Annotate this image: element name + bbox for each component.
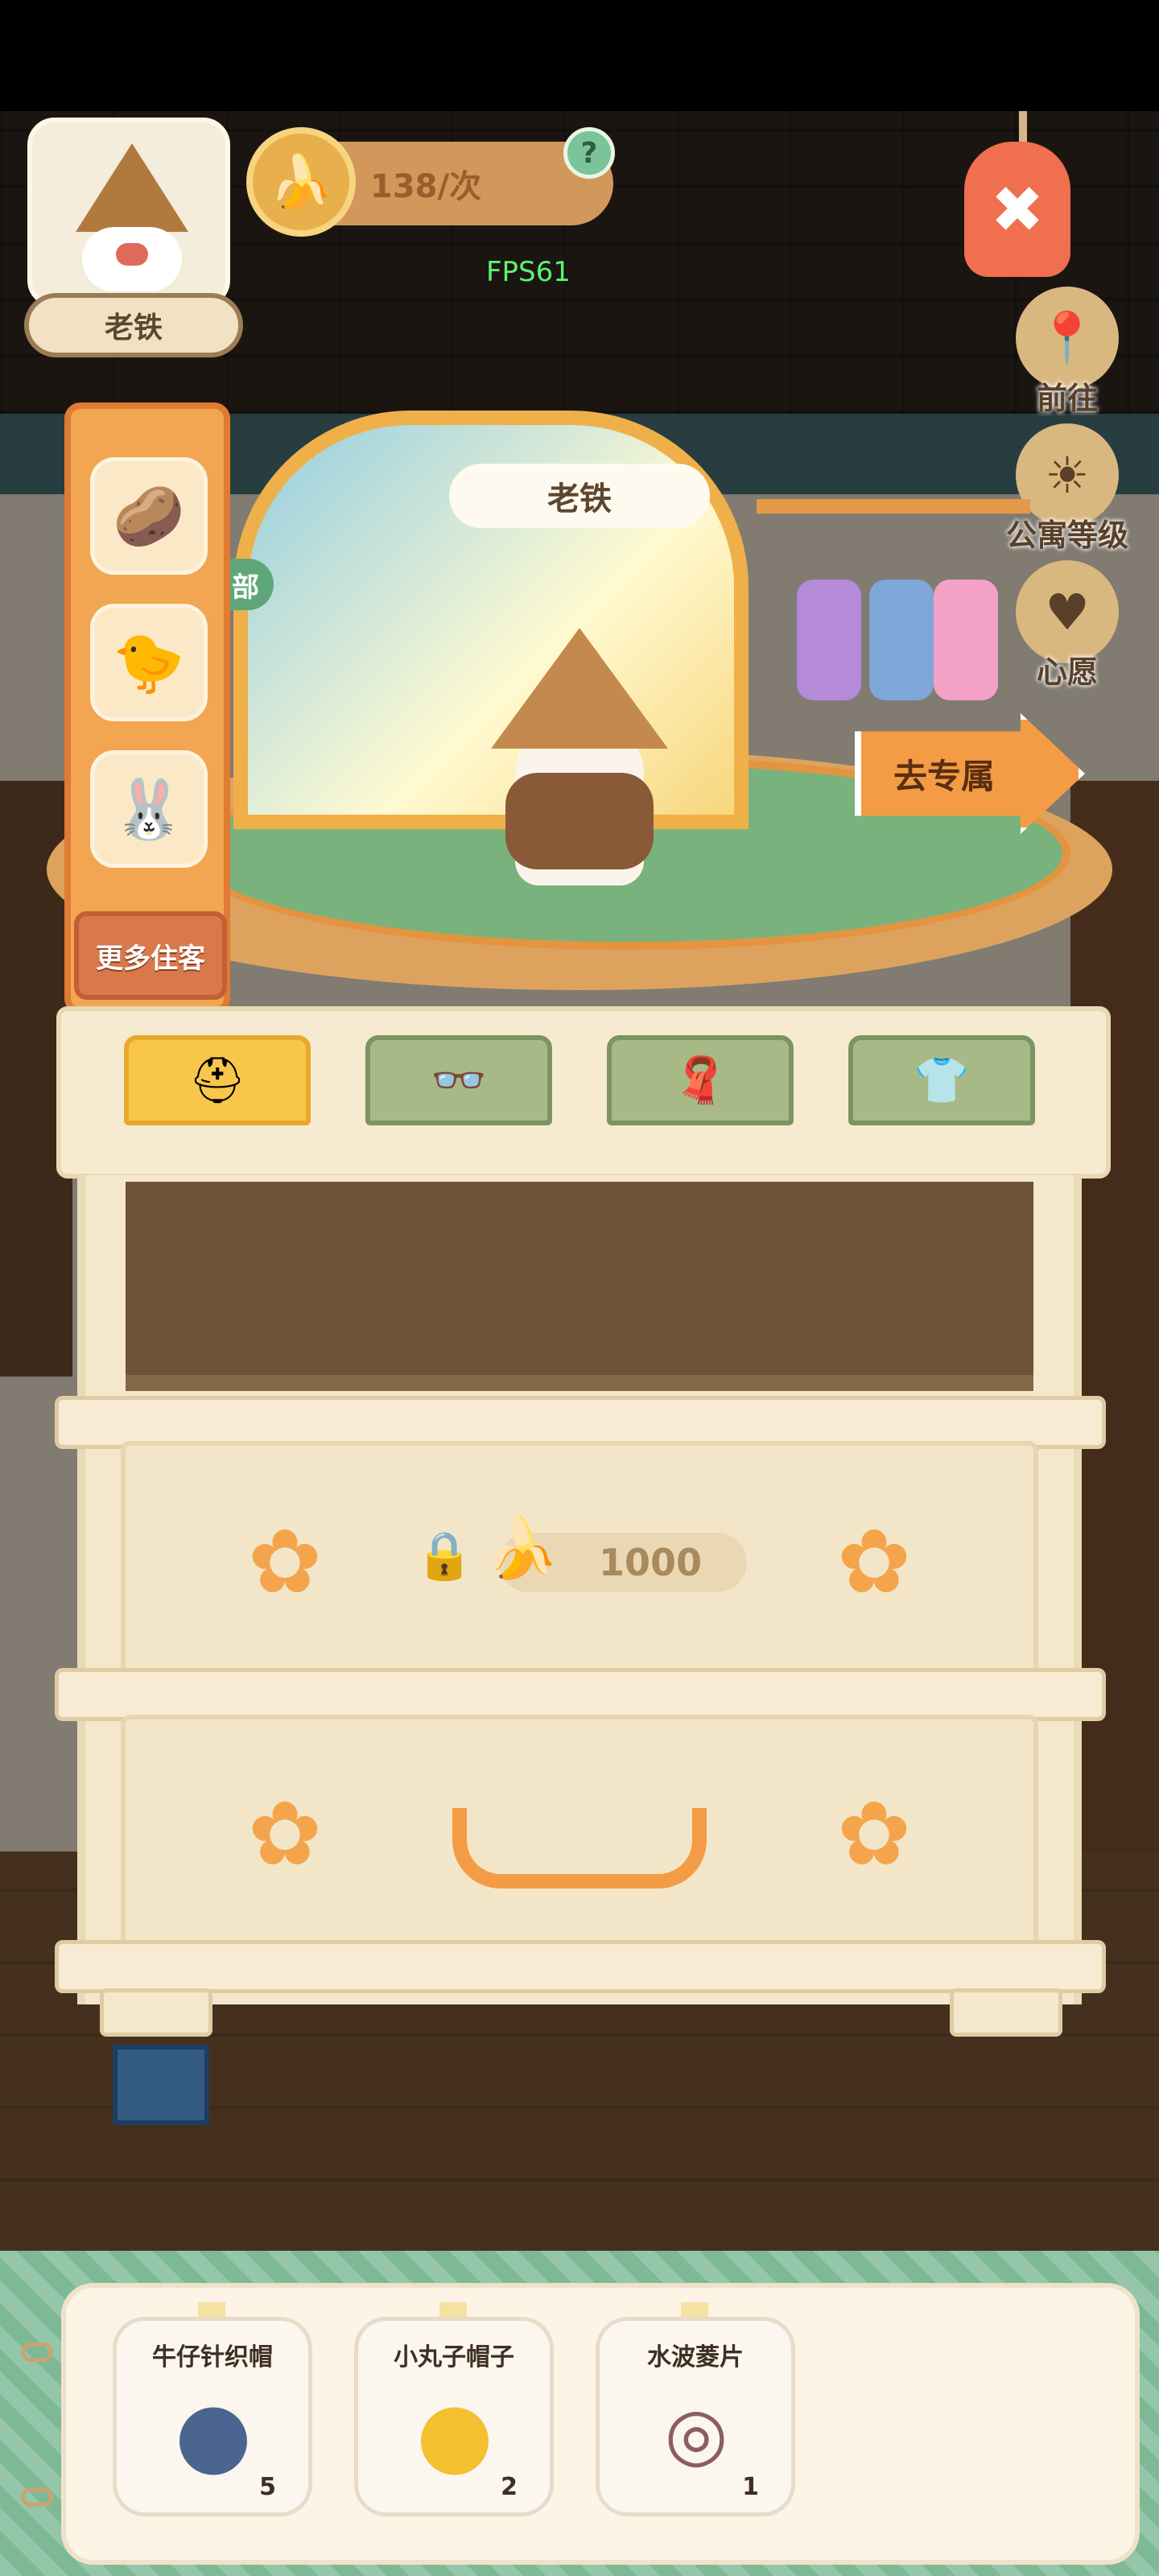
avatar-beak bbox=[116, 243, 148, 266]
scarf-icon: 🧣 bbox=[672, 1055, 728, 1107]
flower-icon: ✿ bbox=[247, 1510, 323, 1613]
tab-hat[interactable]: ⛑ bbox=[124, 1035, 311, 1125]
item-card[interactable]: 牛仔针织帽 ● 5 bbox=[113, 2317, 312, 2516]
glasses-icon: 👓 bbox=[431, 1055, 487, 1107]
character-name-banner: 老铁 bbox=[449, 464, 710, 528]
unlock-price-value: 1000 bbox=[598, 1541, 702, 1584]
more-residents-button[interactable]: 更多住客 bbox=[74, 911, 227, 1000]
item-name: 水波菱片 bbox=[647, 2343, 744, 2372]
straw-hat-icon bbox=[76, 143, 188, 232]
resident-card[interactable]: 🐰 bbox=[90, 750, 208, 868]
close-button[interactable]: ✖ bbox=[964, 142, 1070, 277]
shelf-board bbox=[55, 1940, 1106, 1993]
fps-counter: FPS61 bbox=[486, 256, 571, 288]
item-card[interactable]: 小丸子帽子 ● 2 bbox=[354, 2317, 554, 2516]
close-icon: ✖ bbox=[990, 171, 1045, 247]
cabinet-foot bbox=[950, 1988, 1062, 2037]
resident-avatar[interactable] bbox=[27, 118, 230, 308]
item-card[interactable]: 水波菱片 ◎ 1 bbox=[596, 2317, 795, 2516]
tab-glasses[interactable]: 👓 bbox=[365, 1035, 552, 1125]
flower-icon: ✿ bbox=[836, 1782, 912, 1885]
tab-scarf[interactable]: 🧣 bbox=[607, 1035, 794, 1125]
shelf-board bbox=[55, 1668, 1106, 1721]
hat-icon: ⛑ bbox=[188, 1055, 246, 1107]
item-name: 小丸子帽子 bbox=[394, 2343, 514, 2372]
banana-icon: 🍌 bbox=[246, 127, 356, 237]
lock-icon: 🔒 bbox=[415, 1528, 474, 1583]
resident-name-plate: 老铁 bbox=[24, 293, 243, 357]
resident-card[interactable]: 🐤 bbox=[90, 604, 208, 721]
item-count: 5 bbox=[259, 2473, 276, 2501]
resident-card[interactable]: 🥔 bbox=[90, 457, 208, 575]
flower-icon: ✿ bbox=[247, 1782, 323, 1885]
tab-shirt[interactable]: 👕 bbox=[848, 1035, 1035, 1125]
binder-ring bbox=[21, 2487, 53, 2507]
yellow-cap-icon: ● bbox=[416, 2382, 493, 2485]
shirt-icon: 👕 bbox=[914, 1055, 970, 1107]
knit-hat-icon: ● bbox=[175, 2382, 252, 2485]
drawer-handle bbox=[452, 1808, 707, 1889]
game-screen: { "resident": {"name": "老铁", "stage_name… bbox=[0, 0, 1159, 2576]
help-button[interactable]: ? bbox=[563, 127, 615, 179]
cloth-purple bbox=[797, 580, 861, 700]
flower-icon: ✿ bbox=[836, 1510, 912, 1613]
item-count: 1 bbox=[742, 2473, 759, 2501]
character-coat bbox=[505, 773, 654, 869]
item-name: 牛仔针织帽 bbox=[152, 2343, 273, 2372]
currency-label: 138/次 bbox=[370, 168, 482, 205]
cloth-pink bbox=[934, 580, 998, 700]
empty-shelf bbox=[126, 1182, 1033, 1391]
bunny-resident-icon: 🐰 bbox=[113, 774, 185, 843]
item-count: 2 bbox=[501, 2473, 518, 2501]
banana-icon: 🍌 bbox=[485, 1513, 559, 1583]
binder-ring bbox=[21, 2343, 53, 2362]
necklace-icon: ◎ bbox=[664, 2391, 728, 2476]
cloth-blue bbox=[869, 580, 934, 700]
go-exclusive-label: 去专属 bbox=[893, 756, 996, 796]
goto-label: 前往 bbox=[1036, 381, 1098, 416]
potato-resident-icon: 🥔 bbox=[113, 481, 185, 550]
goto-button[interactable]: 📍 前往 bbox=[1003, 287, 1132, 418]
chick-resident-icon: 🐤 bbox=[113, 628, 185, 696]
cabinet-foot bbox=[100, 1988, 212, 2037]
